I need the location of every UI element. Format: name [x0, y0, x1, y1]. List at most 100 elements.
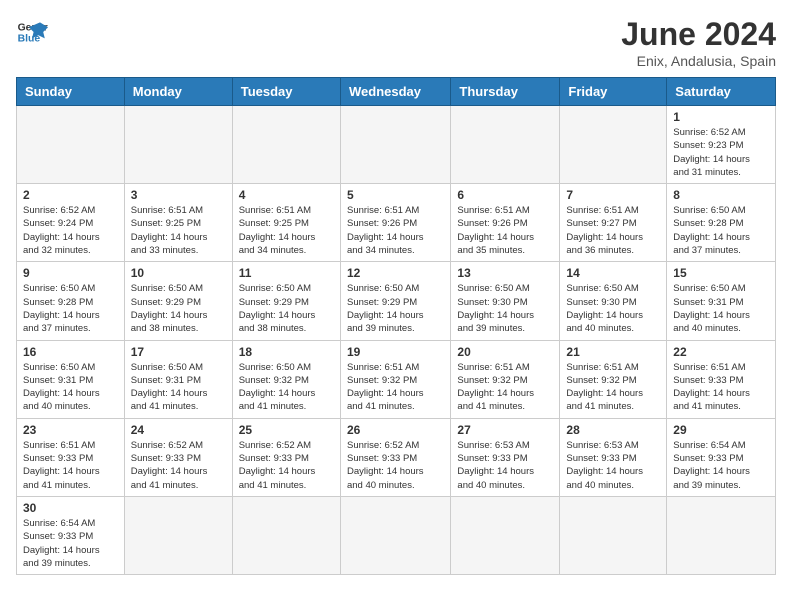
day-number: 27 [457, 423, 553, 437]
day-info: Sunrise: 6:51 AM Sunset: 9:25 PM Dayligh… [239, 204, 334, 257]
day-number: 3 [131, 188, 226, 202]
day-number: 29 [673, 423, 769, 437]
day-info: Sunrise: 6:51 AM Sunset: 9:27 PM Dayligh… [566, 204, 660, 257]
calendar-cell: 27Sunrise: 6:53 AM Sunset: 9:33 PM Dayli… [451, 418, 560, 496]
calendar-cell [17, 106, 125, 184]
calendar-week-row-1: 1Sunrise: 6:52 AM Sunset: 9:23 PM Daylig… [17, 106, 776, 184]
day-number: 23 [23, 423, 118, 437]
weekday-header-wednesday: Wednesday [340, 78, 450, 106]
day-number: 2 [23, 188, 118, 202]
day-number: 18 [239, 345, 334, 359]
day-number: 9 [23, 266, 118, 280]
calendar-cell: 22Sunrise: 6:51 AM Sunset: 9:33 PM Dayli… [667, 340, 776, 418]
calendar-cell [124, 496, 232, 574]
calendar-cell [451, 106, 560, 184]
calendar-cell: 15 Sunrise: 6:50 AM Sunset: 9:31 PM Dayli… [667, 262, 776, 340]
logo: General Blue [16, 16, 48, 48]
day-info: Sunrise: 6:52 AM Sunset: 9:33 PM Dayligh… [239, 439, 334, 492]
day-info: Sunrise: 6:50 AM Sunset: 9:29 PM Dayligh… [239, 282, 334, 335]
day-number: 28 [566, 423, 660, 437]
calendar-cell: 3 Sunrise: 6:51 AM Sunset: 9:25 PM Daylig… [124, 184, 232, 262]
day-number: 5 [347, 188, 444, 202]
day-number: 19 [347, 345, 444, 359]
month-title: June 2024 [621, 16, 776, 53]
calendar-cell [560, 496, 667, 574]
day-number: 21 [566, 345, 660, 359]
day-info: Sunrise: 6:51 AM Sunset: 9:32 PM Dayligh… [566, 361, 660, 414]
logo-icon: General Blue [16, 16, 48, 48]
day-number: 17 [131, 345, 226, 359]
title-section: June 2024 Enix, Andalusia, Spain [621, 16, 776, 69]
day-info: Sunrise: 6:51 AM Sunset: 9:26 PM Dayligh… [457, 204, 553, 257]
day-number: 14 [566, 266, 660, 280]
calendar-cell [340, 106, 450, 184]
calendar-cell: 20 Sunrise: 6:51 AM Sunset: 9:32 PM Dayli… [451, 340, 560, 418]
calendar-cell: 4 Sunrise: 6:51 AM Sunset: 9:25 PM Daylig… [232, 184, 340, 262]
day-info: Sunrise: 6:50 AM Sunset: 9:29 PM Dayligh… [347, 282, 444, 335]
day-number: 24 [131, 423, 226, 437]
calendar-week-row-3: 9 Sunrise: 6:50 AM Sunset: 9:28 PM Daylig… [17, 262, 776, 340]
location-title: Enix, Andalusia, Spain [621, 53, 776, 69]
calendar-cell [560, 106, 667, 184]
day-number: 12 [347, 266, 444, 280]
day-info: Sunrise: 6:51 AM Sunset: 9:32 PM Dayligh… [347, 361, 444, 414]
page-header: General Blue June 2024 Enix, Andalusia, … [16, 16, 776, 69]
day-info: Sunrise: 6:53 AM Sunset: 9:33 PM Dayligh… [566, 439, 660, 492]
day-info: Sunrise: 6:52 AM Sunset: 9:33 PM Dayligh… [131, 439, 226, 492]
day-info: Sunrise: 6:51 AM Sunset: 9:32 PM Dayligh… [457, 361, 553, 414]
calendar-cell [451, 496, 560, 574]
day-info: Sunrise: 6:54 AM Sunset: 9:33 PM Dayligh… [23, 517, 118, 570]
calendar-cell: 24 Sunrise: 6:52 AM Sunset: 9:33 PM Dayli… [124, 418, 232, 496]
day-info: Sunrise: 6:51 AM Sunset: 9:26 PM Dayligh… [347, 204, 444, 257]
calendar-cell: 11 Sunrise: 6:50 AM Sunset: 9:29 PM Dayli… [232, 262, 340, 340]
calendar-week-row-2: 2 Sunrise: 6:52 AM Sunset: 9:24 PM Daylig… [17, 184, 776, 262]
day-number: 8 [673, 188, 769, 202]
day-info: Sunrise: 6:52 AM Sunset: 9:24 PM Dayligh… [23, 204, 118, 257]
calendar-cell: 18 Sunrise: 6:50 AM Sunset: 9:32 PM Dayli… [232, 340, 340, 418]
weekday-header-sunday: Sunday [17, 78, 125, 106]
day-number: 1 [673, 110, 769, 124]
day-info: Sunrise: 6:51 AM Sunset: 9:25 PM Dayligh… [131, 204, 226, 257]
day-number: 30 [23, 501, 118, 515]
calendar-cell: 12 Sunrise: 6:50 AM Sunset: 9:29 PM Dayli… [340, 262, 450, 340]
calendar-cell: 30 Sunrise: 6:54 AM Sunset: 9:33 PM Dayli… [17, 496, 125, 574]
calendar-cell: 13 Sunrise: 6:50 AM Sunset: 9:30 PM Dayli… [451, 262, 560, 340]
calendar-cell: 17Sunrise: 6:50 AM Sunset: 9:31 PM Dayli… [124, 340, 232, 418]
day-number: 13 [457, 266, 553, 280]
day-number: 15 [673, 266, 769, 280]
calendar-cell: 10 Sunrise: 6:50 AM Sunset: 9:29 PM Dayli… [124, 262, 232, 340]
calendar-cell: 2 Sunrise: 6:52 AM Sunset: 9:24 PM Daylig… [17, 184, 125, 262]
day-number: 10 [131, 266, 226, 280]
day-info: Sunrise: 6:50 AM Sunset: 9:30 PM Dayligh… [457, 282, 553, 335]
day-number: 4 [239, 188, 334, 202]
day-info: Sunrise: 6:52 AM Sunset: 9:33 PM Dayligh… [347, 439, 444, 492]
day-info: Sunrise: 6:51 AM Sunset: 9:33 PM Dayligh… [673, 361, 769, 414]
calendar-table: SundayMondayTuesdayWednesdayThursdayFrid… [16, 77, 776, 575]
day-info: Sunrise: 6:51 AM Sunset: 9:33 PM Dayligh… [23, 439, 118, 492]
calendar-cell: 19 Sunrise: 6:51 AM Sunset: 9:32 PM Dayli… [340, 340, 450, 418]
calendar-cell: 25 Sunrise: 6:52 AM Sunset: 9:33 PM Dayli… [232, 418, 340, 496]
day-number: 25 [239, 423, 334, 437]
calendar-cell: 21 Sunrise: 6:51 AM Sunset: 9:32 PM Dayli… [560, 340, 667, 418]
day-info: Sunrise: 6:50 AM Sunset: 9:28 PM Dayligh… [23, 282, 118, 335]
day-info: Sunrise: 6:54 AM Sunset: 9:33 PM Dayligh… [673, 439, 769, 492]
calendar-week-row-5: 23 Sunrise: 6:51 AM Sunset: 9:33 PM Dayli… [17, 418, 776, 496]
day-number: 11 [239, 266, 334, 280]
calendar-cell [232, 106, 340, 184]
day-info: Sunrise: 6:50 AM Sunset: 9:32 PM Dayligh… [239, 361, 334, 414]
day-info: Sunrise: 6:50 AM Sunset: 9:31 PM Dayligh… [23, 361, 118, 414]
day-info: Sunrise: 6:50 AM Sunset: 9:29 PM Dayligh… [131, 282, 226, 335]
weekday-header-tuesday: Tuesday [232, 78, 340, 106]
calendar-cell: 29 Sunrise: 6:54 AM Sunset: 9:33 PM Dayli… [667, 418, 776, 496]
calendar-cell [340, 496, 450, 574]
calendar-cell: 28 Sunrise: 6:53 AM Sunset: 9:33 PM Dayli… [560, 418, 667, 496]
day-info: Sunrise: 6:50 AM Sunset: 9:28 PM Dayligh… [673, 204, 769, 257]
calendar-week-row-6: 30 Sunrise: 6:54 AM Sunset: 9:33 PM Dayli… [17, 496, 776, 574]
calendar-cell: 1Sunrise: 6:52 AM Sunset: 9:23 PM Daylig… [667, 106, 776, 184]
calendar-cell: 14Sunrise: 6:50 AM Sunset: 9:30 PM Dayli… [560, 262, 667, 340]
weekday-header-monday: Monday [124, 78, 232, 106]
weekday-header-row: SundayMondayTuesdayWednesdayThursdayFrid… [17, 78, 776, 106]
day-number: 20 [457, 345, 553, 359]
calendar-cell [124, 106, 232, 184]
day-info: Sunrise: 6:50 AM Sunset: 9:31 PM Dayligh… [673, 282, 769, 335]
